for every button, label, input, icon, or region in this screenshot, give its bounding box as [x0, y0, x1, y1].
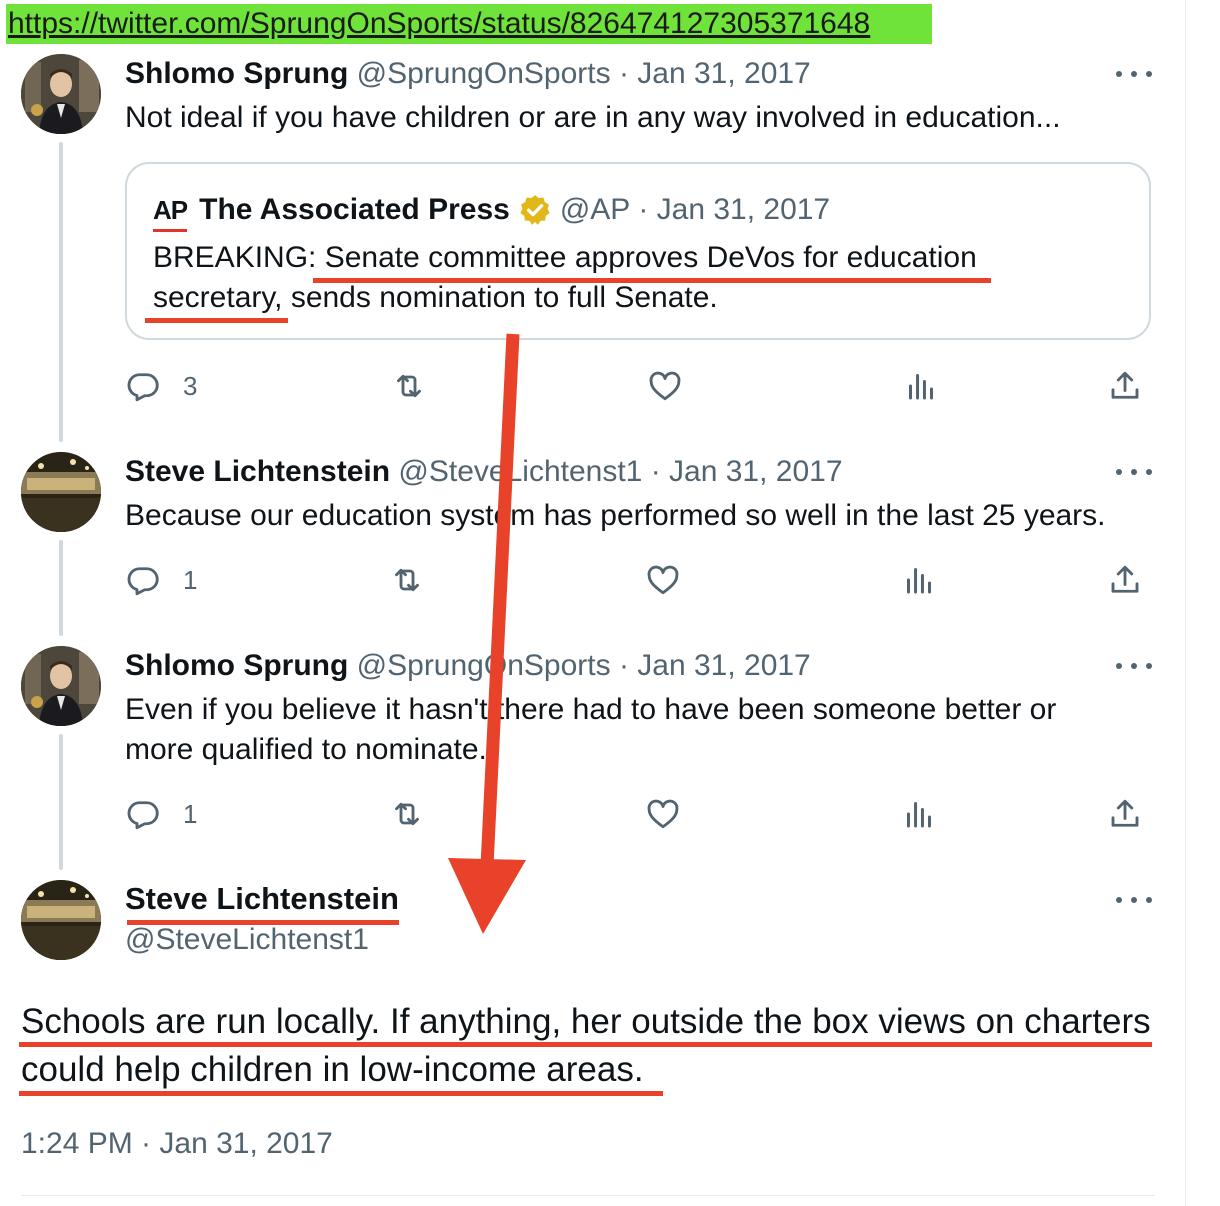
tweet-date[interactable]: · Jan 31, 2017 [619, 57, 811, 90]
retweet-button[interactable] [391, 366, 427, 406]
avatar[interactable] [21, 646, 101, 726]
retweet-button[interactable] [389, 794, 425, 834]
quote-author-handle[interactable]: @AP [560, 192, 630, 228]
quote-header: AP The Associated Press @AP · Jan 31, 20… [153, 192, 830, 232]
focal-author-handle[interactable]: @SteveLichtenst1 [125, 922, 369, 958]
retweet-button[interactable] [389, 560, 425, 600]
annotation-underline [145, 318, 288, 323]
reply-count: 1 [183, 798, 198, 829]
author-handle[interactable]: @SprungOnSports [357, 57, 611, 90]
focal-author-name[interactable]: Steve Lichtenstein [125, 880, 399, 918]
retweet-icon [395, 802, 419, 826]
author-name[interactable]: Shlomo Sprung [125, 649, 348, 682]
verified-badge-icon [520, 195, 550, 225]
quoted-tweet[interactable]: AP The Associated Press @AP · Jan 31, 20… [125, 162, 1151, 340]
reply-count: 1 [183, 564, 198, 595]
quote-author-name[interactable]: The Associated Press [199, 192, 510, 228]
like-icon [647, 565, 679, 595]
status-url[interactable]: https://twitter.com/SprungOnSports/statu… [6, 4, 932, 44]
reply-icon [127, 373, 159, 402]
more-icon[interactable] [1116, 466, 1152, 478]
like-icon [649, 371, 681, 401]
avatar[interactable] [21, 54, 101, 134]
tweet-date[interactable]: · Jan 31, 2017 [619, 649, 811, 682]
retweet-icon [395, 568, 419, 592]
views-icon [909, 374, 933, 400]
reply-button[interactable]: 1 [125, 794, 197, 834]
column-divider [1185, 0, 1186, 1206]
reply-button[interactable]: 3 [125, 366, 197, 406]
divider [21, 1195, 1155, 1196]
like-button[interactable] [645, 560, 681, 600]
reply-icon [127, 801, 159, 830]
avatar[interactable] [21, 880, 101, 960]
reply-icon [127, 567, 159, 596]
annotation-underline [313, 278, 991, 283]
tweet-header: Steve Lichtenstein @SteveLichtenst1 · Ja… [125, 454, 843, 490]
share-button[interactable] [1107, 560, 1143, 600]
annotation-underline [19, 1091, 663, 1096]
ap-logo: AP [153, 192, 188, 232]
views-button[interactable] [901, 560, 937, 600]
more-icon[interactable] [1116, 894, 1152, 906]
views-button[interactable] [903, 366, 939, 406]
share-icon [1111, 799, 1139, 827]
author-name[interactable]: Steve Lichtenstein [125, 455, 390, 488]
avatar[interactable] [21, 452, 101, 532]
views-button[interactable] [901, 794, 937, 834]
share-button[interactable] [1107, 794, 1143, 834]
reply-count: 3 [183, 370, 198, 401]
author-name[interactable]: Shlomo Sprung [125, 57, 348, 90]
tweet-header: Shlomo Sprung @SprungOnSports · Jan 31, … [125, 648, 811, 684]
tweet-header: Shlomo Sprung @SprungOnSports · Jan 31, … [125, 56, 811, 92]
more-icon[interactable] [1116, 68, 1152, 80]
tweet-date[interactable]: · Jan 31, 2017 [651, 455, 843, 488]
thread-line [59, 734, 63, 870]
like-button[interactable] [645, 794, 681, 834]
share-button[interactable] [1107, 366, 1143, 406]
like-icon [647, 799, 679, 829]
tweet-actions: 3 [125, 366, 1155, 406]
reply-button[interactable]: 1 [125, 560, 197, 600]
thread-line [59, 142, 63, 442]
annotation-underline [127, 920, 399, 925]
like-button[interactable] [647, 366, 683, 406]
share-icon [1111, 371, 1139, 399]
views-icon [907, 568, 931, 594]
tweet-actions: 1 [125, 560, 1155, 600]
quote-date[interactable]: · Jan 31, 2017 [638, 192, 830, 228]
annotation-underline [19, 1042, 1152, 1047]
author-handle[interactable]: @SteveLichtenst1 [398, 455, 642, 488]
views-icon [907, 802, 931, 828]
focal-timestamp[interactable]: 1:24 PM · Jan 31, 2017 [21, 1124, 333, 1164]
tweet-actions: 1 [125, 794, 1155, 834]
share-icon [1111, 565, 1139, 593]
tweet-text: Even if you believe it hasn't there had … [125, 693, 1057, 766]
thread-line [59, 540, 63, 636]
retweet-icon [397, 374, 421, 398]
more-icon[interactable] [1116, 660, 1152, 672]
author-handle[interactable]: @SprungOnSports [357, 649, 611, 682]
tweet-text: Because our education system has perform… [125, 499, 1106, 532]
tweet-text: Not ideal if you have children or are in… [125, 101, 1061, 134]
